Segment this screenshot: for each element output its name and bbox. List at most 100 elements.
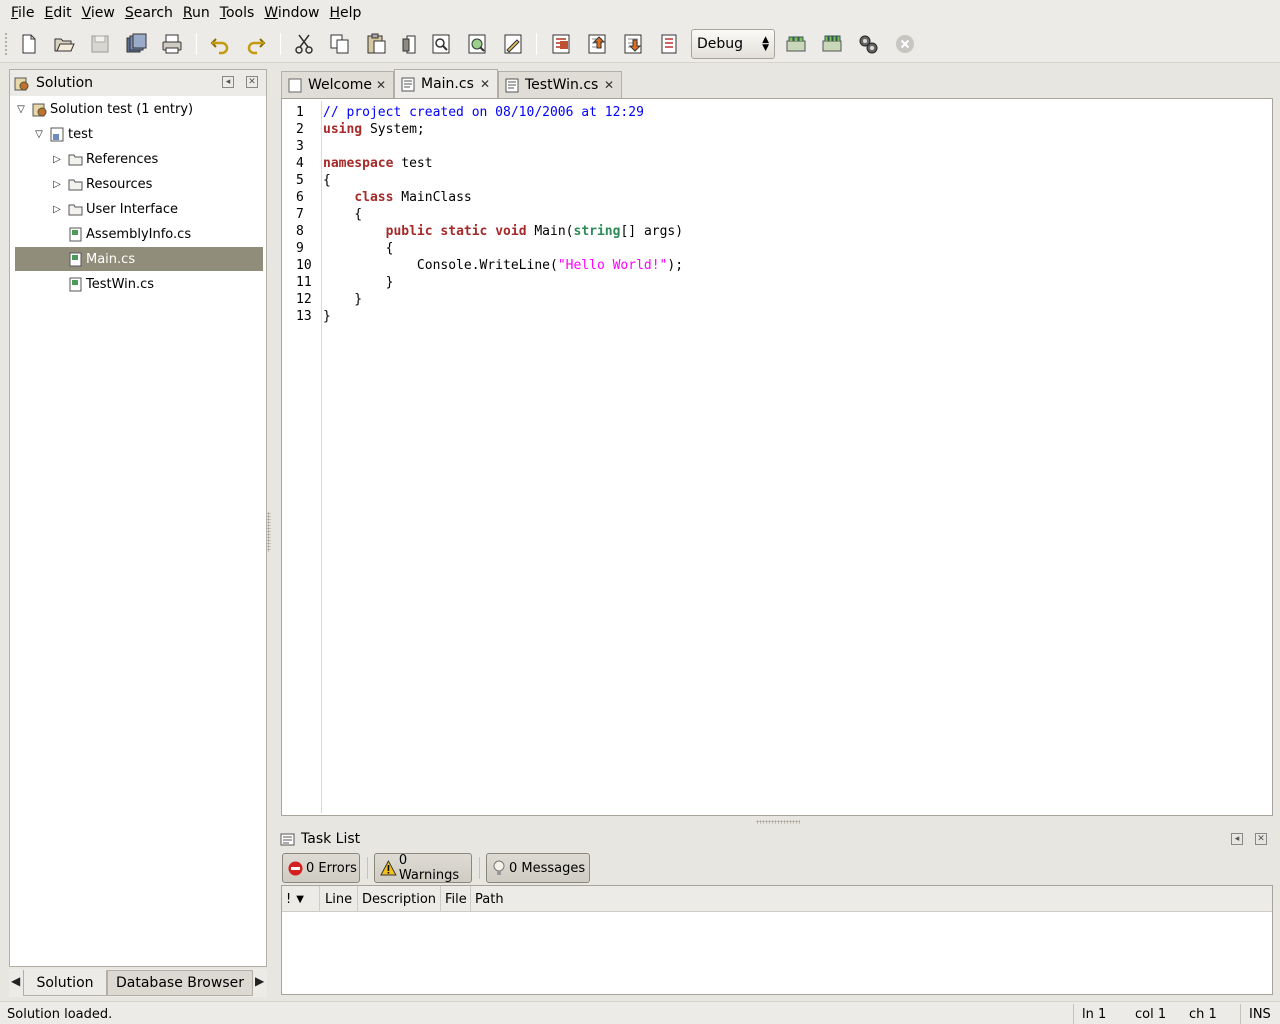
tree-item-solution[interactable]: ▽ Solution test (1 entry) (14, 97, 264, 121)
line-number: 4 (296, 156, 304, 171)
solution-icon (32, 103, 47, 116)
tree-item-main-cs[interactable]: Main.cs (15, 247, 263, 271)
tree-item-label: Main.cs (86, 251, 136, 267)
warning-icon (380, 860, 397, 876)
menu-edit[interactable]: Edit (39, 5, 76, 21)
tree-item-references[interactable]: ▷ References (50, 147, 264, 171)
find-icon[interactable] (426, 29, 456, 59)
menu-run[interactable]: Run (178, 5, 215, 21)
clear-bookmarks-icon[interactable] (654, 29, 684, 59)
tree-item-testwin-cs[interactable]: TestWin.cs (50, 272, 264, 296)
project-icon (50, 127, 64, 141)
lightbulb-icon (493, 860, 505, 875)
open-icon[interactable] (49, 29, 79, 59)
collapse-pad-icon[interactable]: ◂ (1231, 833, 1243, 845)
rebuild-icon[interactable] (817, 29, 847, 59)
code-token: class (354, 190, 394, 205)
stop-icon[interactable] (890, 29, 920, 59)
collapsed-arrow-icon[interactable]: ▷ (50, 177, 64, 191)
redo-icon[interactable] (241, 29, 271, 59)
column-line[interactable]: Line (321, 886, 358, 912)
tab-database-browser[interactable]: Database Browser (107, 970, 253, 996)
build-config-value: Debug (697, 36, 744, 52)
tree-item-label: User Interface (86, 201, 178, 217)
tab-solution[interactable]: Solution (23, 970, 107, 996)
tree-item-project[interactable]: ▽ test (32, 122, 264, 146)
column-label: Path (475, 891, 504, 907)
code-token: [] args) (620, 224, 684, 239)
code-token: using (323, 122, 363, 137)
folder-icon (68, 179, 83, 190)
paste-icon[interactable] (361, 29, 391, 59)
copy-icon[interactable] (325, 29, 355, 59)
code-line: class MainClass (323, 189, 471, 206)
next-bookmark-icon[interactable] (618, 29, 648, 59)
errors-toggle-button[interactable]: 0 Errors (282, 853, 360, 883)
close-pad-icon[interactable]: ✕ (246, 76, 258, 88)
status-message: Solution loaded. (7, 1006, 113, 1022)
close-tab-icon[interactable]: ✕ (480, 77, 490, 91)
run-icon[interactable] (853, 29, 883, 59)
menu-search[interactable]: Search (120, 5, 178, 21)
menu-help[interactable]: Help (325, 5, 367, 21)
column-file[interactable]: File (441, 886, 471, 912)
tab-main-cs[interactable]: Main.cs ✕ (394, 69, 498, 98)
messages-toggle-button[interactable]: 0 Messages (486, 853, 590, 883)
cut-icon[interactable] (289, 29, 319, 59)
tree-item-resources[interactable]: ▷ Resources (50, 172, 264, 196)
prev-bookmark-icon[interactable] (582, 29, 612, 59)
code-token: ); (667, 258, 684, 273)
tree-item-assemblyinfo[interactable]: AssemblyInfo.cs (50, 222, 264, 246)
build-config-select[interactable]: Debug ▲ ▼ (691, 29, 775, 59)
pad-tab-strip: ◀ Solution Database Browser ▶ (9, 969, 267, 997)
scroll-left-icon[interactable]: ◀ (11, 974, 20, 988)
tree-item-label: test (68, 126, 93, 142)
column-path[interactable]: Path (471, 886, 1272, 912)
column-label: File (445, 891, 467, 907)
collapsed-arrow-icon[interactable]: ▷ (50, 202, 64, 216)
toggle-bookmark-icon[interactable] (546, 29, 576, 59)
expanded-arrow-icon[interactable]: ▽ (32, 127, 46, 141)
expanded-arrow-icon[interactable]: ▽ (14, 102, 28, 116)
undo-icon[interactable] (205, 29, 235, 59)
line-number: 7 (296, 207, 304, 222)
collapse-pad-icon[interactable]: ◂ (222, 76, 234, 88)
find-in-files-icon[interactable] (462, 29, 492, 59)
tab-welcome[interactable]: Welcome ✕ (281, 71, 394, 98)
save-icon[interactable] (85, 29, 115, 59)
menu-file[interactable]: File (6, 5, 39, 21)
vertical-splitter[interactable] (267, 512, 271, 552)
menu-tools[interactable]: Tools (215, 5, 260, 21)
horizontal-splitter[interactable] (756, 820, 800, 824)
tree-item-user-interface[interactable]: ▷ User Interface (50, 197, 264, 221)
print-icon[interactable] (157, 29, 187, 59)
code-token: public (385, 224, 433, 239)
new-file-icon[interactable] (14, 29, 44, 59)
menu-view[interactable]: View (77, 5, 120, 21)
column-description[interactable]: Description (358, 886, 441, 912)
tab-testwin-cs[interactable]: TestWin.cs ✕ (498, 71, 622, 98)
warnings-toggle-button[interactable]: 0 Warnings (374, 853, 472, 883)
menu-bar: File Edit View Search Run Tools Window H… (0, 0, 1280, 25)
code-token: } (323, 275, 394, 290)
cs-file-icon (69, 277, 82, 291)
replace-icon[interactable] (498, 29, 528, 59)
column-priority[interactable]: ! ▼ (282, 886, 320, 912)
collapsed-arrow-icon[interactable]: ▷ (50, 152, 64, 166)
scroll-right-icon[interactable]: ▶ (255, 974, 264, 988)
line-number: 11 (296, 275, 312, 290)
delete-icon[interactable] (395, 29, 425, 59)
close-tab-icon[interactable]: ✕ (376, 78, 386, 92)
save-all-icon[interactable] (121, 29, 151, 59)
close-pad-icon[interactable]: ✕ (1255, 833, 1267, 845)
code-editor[interactable]: 1 2 3 4 5 6 7 8 9 10 11 12 13 // project created on … (281, 98, 1273, 816)
menu-window[interactable]: Window (259, 5, 324, 21)
task-list-table: ! ▼ Line Description File Path (281, 885, 1273, 995)
chevron-down-icon[interactable]: ▼ (296, 894, 304, 905)
line-number-gutter: 1 2 3 4 5 6 7 8 9 10 11 12 13 (284, 101, 322, 813)
line-number: 12 (296, 292, 312, 307)
close-tab-icon[interactable]: ✕ (604, 78, 614, 92)
folder-icon (68, 154, 83, 165)
build-icon[interactable] (781, 29, 811, 59)
toolbar-grip[interactable] (4, 32, 8, 56)
